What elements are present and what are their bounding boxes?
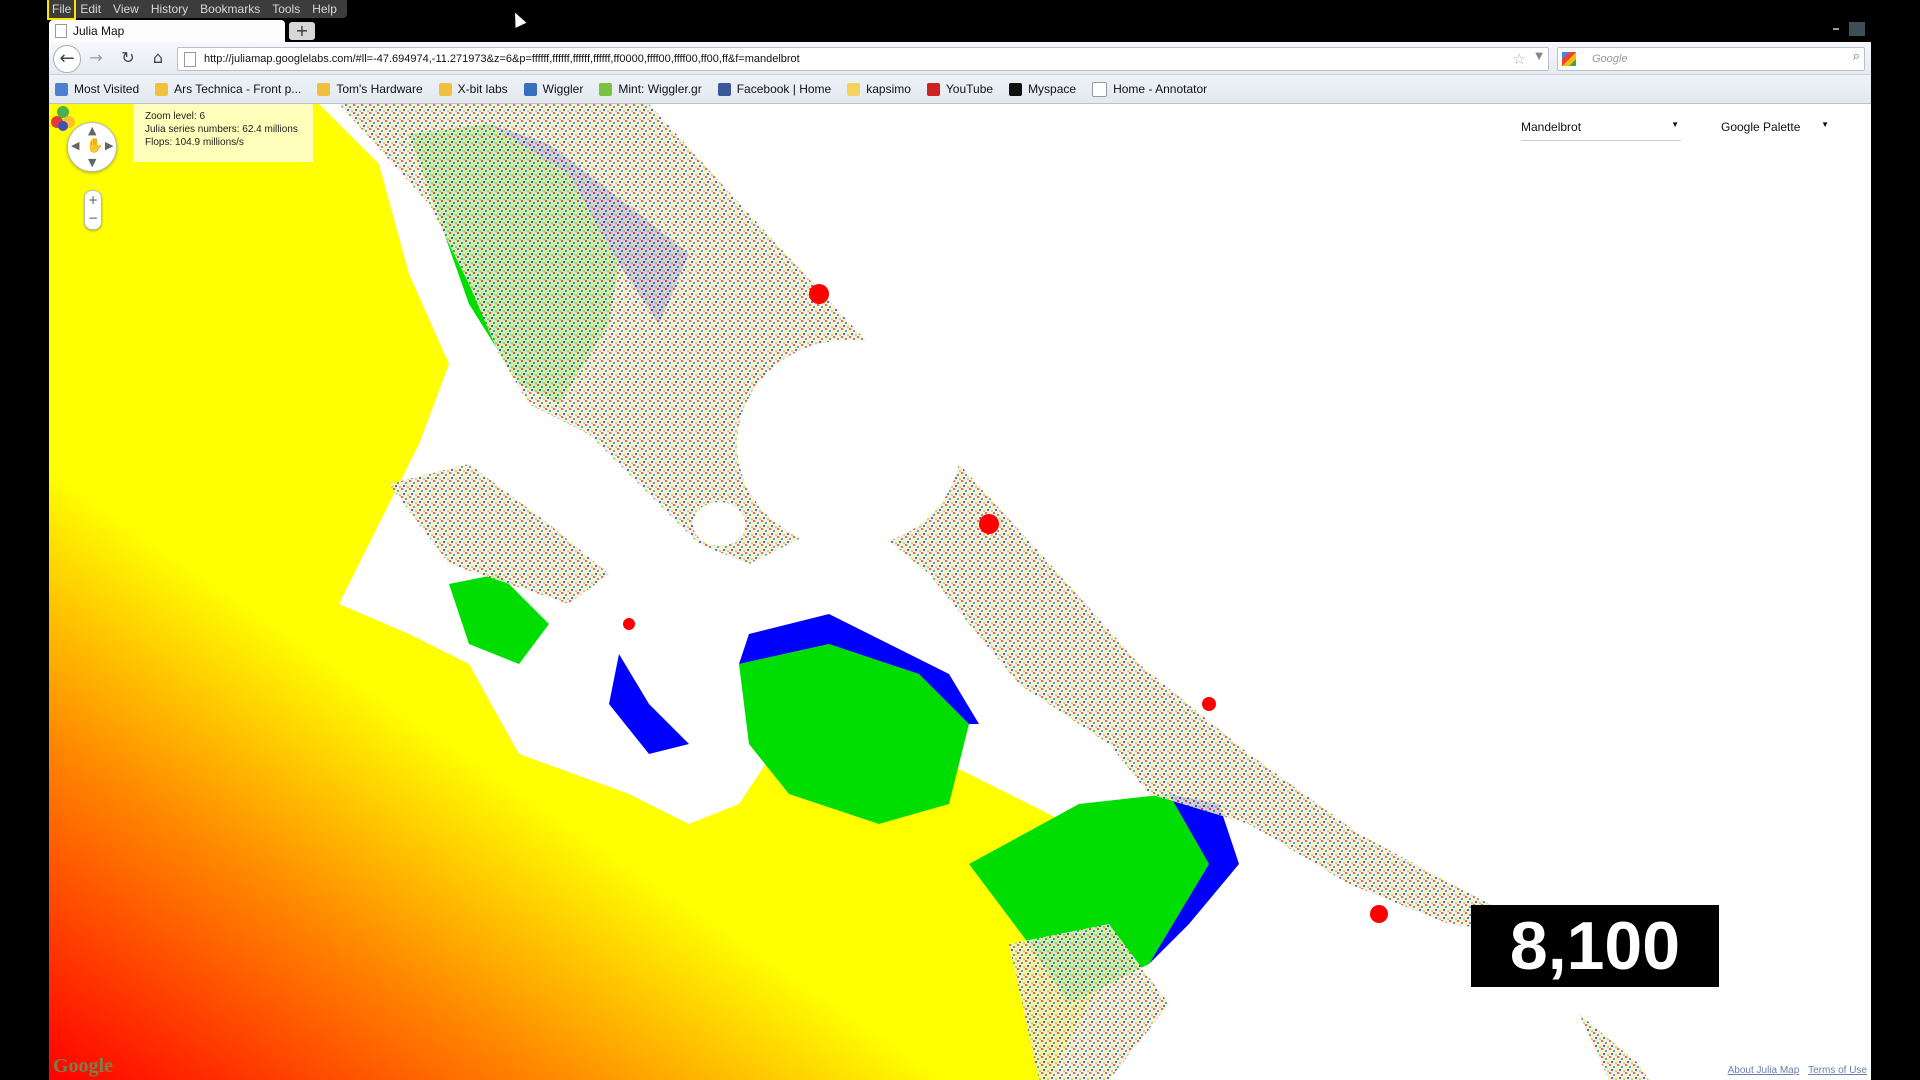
bookmark-most-visited[interactable]: Most Visited [49,82,139,96]
bookmark-facebook[interactable]: Facebook | Home [712,82,831,96]
menu-history[interactable]: History [145,0,194,18]
about-link[interactable]: About Julia Map [1728,1065,1800,1076]
back-button[interactable]: ← [53,45,81,73]
terms-link[interactable]: Terms of Use [1808,1065,1867,1076]
mint-leaf-icon [599,82,613,96]
pan-up-icon[interactable]: ▲ [88,124,96,137]
palette-select[interactable]: Google Palette ▼ [1721,116,1831,140]
julia-numbers-text: Julia series numbers: 62.4 millions [145,124,298,135]
search-icon[interactable]: ⌕ [1853,49,1860,64]
wiggler-icon [523,82,537,96]
tab-julia-map[interactable]: Julia Map [49,20,285,42]
reload-button[interactable]: ↻ [117,47,139,69]
page-icon [184,52,196,67]
hand-icon[interactable]: ✋ [86,138,103,154]
tab-title: Julia Map [73,24,125,38]
chevron-down-icon[interactable]: ▼ [1535,51,1543,62]
bookmark-myspace[interactable]: Myspace [1003,82,1076,96]
fractal-type-select[interactable]: Mandelbrot ▼ [1521,116,1681,141]
page-icon [55,24,67,38]
bookmark-mint-wiggler[interactable]: Mint: Wiggler.gr [593,82,702,96]
folder-feed-icon [438,82,452,96]
zoom-out-button[interactable]: − [85,209,101,227]
folder-icon [847,82,861,96]
pan-down-icon[interactable]: ▼ [88,156,96,169]
menu-edit[interactable]: Edit [74,0,107,18]
menu-help[interactable]: Help [306,0,343,18]
palette-value: Google Palette [1721,120,1801,134]
page-icon [1092,81,1108,97]
zoom-in-button[interactable]: + [85,191,101,209]
search-bar[interactable]: Google ⌕ [1557,47,1865,71]
palette-icon[interactable] [49,104,77,132]
myspace-icon [1009,82,1023,96]
search-input[interactable]: Google [1592,48,1627,70]
bookmark-wiggler[interactable]: Wiggler [518,82,583,96]
facebook-icon [717,82,731,96]
zoom-level-text: Zoom level: 6 [145,111,206,122]
browser-window: File Edit View History Bookmarks Tools H… [46,0,1871,1080]
chevron-down-icon: ▼ [1671,120,1679,129]
new-tab-button[interactable]: + [289,22,315,40]
url-text[interactable]: http://juliamap.googlelabs.com/#ll=-47.6… [204,48,800,70]
google-search-engine-icon[interactable] [1562,52,1576,66]
youtube-icon [926,82,940,96]
zoom-control[interactable]: + − [84,190,102,230]
menu-tools[interactable]: Tools [266,0,306,18]
bookmark-icon [55,82,68,96]
forward-button[interactable]: → [85,47,107,69]
menu-bar: File Edit View History Bookmarks Tools H… [46,0,347,20]
menu-file[interactable]: File [46,0,77,20]
bookmark-xbit-labs[interactable]: X-bit labs [433,82,508,96]
folder-feed-icon [317,82,331,96]
bookmark-toms-hardware[interactable]: Tom's Hardware [311,82,423,96]
menu-bookmarks[interactable]: Bookmarks [194,0,266,18]
bookmark-ars-technica[interactable]: Ars Technica - Front p... [149,82,301,96]
bookmark-youtube[interactable]: YouTube [921,82,993,96]
stats-panel: Zoom level: 6 Julia series numbers: 62.4… [133,104,313,162]
bookmark-kapsimo[interactable]: kapsimo [841,82,911,96]
flops-text: Flops: 104.9 millions/s [145,137,244,148]
chevron-down-icon: ▼ [1821,120,1829,129]
bookmarks-toolbar: Most Visited Ars Technica - Front p... T… [49,75,1871,104]
url-bar[interactable]: http://juliamap.googlelabs.com/#ll=-47.6… [177,47,1549,71]
folder-feed-icon [155,82,169,96]
bookmark-star-icon[interactable]: ☆ [1513,50,1526,68]
google-logo: Google [53,1055,113,1077]
tab-strip: Julia Map + [49,20,1871,42]
fractal-map[interactable]: Zoom level: 6 Julia series numbers: 62.4… [49,104,1871,1080]
counter-overlay: 8,100 [1471,905,1719,987]
fractal-type-value: Mandelbrot [1521,120,1582,134]
footer-links: About Julia Map Terms of Use [1722,1065,1867,1076]
navigation-toolbar: ← → ↻ ⌂ http://juliamap.googlelabs.com/#… [49,42,1871,75]
menu-view[interactable]: View [107,0,145,18]
bookmark-home-annotator[interactable]: Home - Annotator [1086,81,1207,97]
pan-left-icon[interactable]: ◀ [71,139,79,152]
home-button[interactable]: ⌂ [147,47,169,69]
pan-right-icon[interactable]: ▶ [105,139,113,152]
